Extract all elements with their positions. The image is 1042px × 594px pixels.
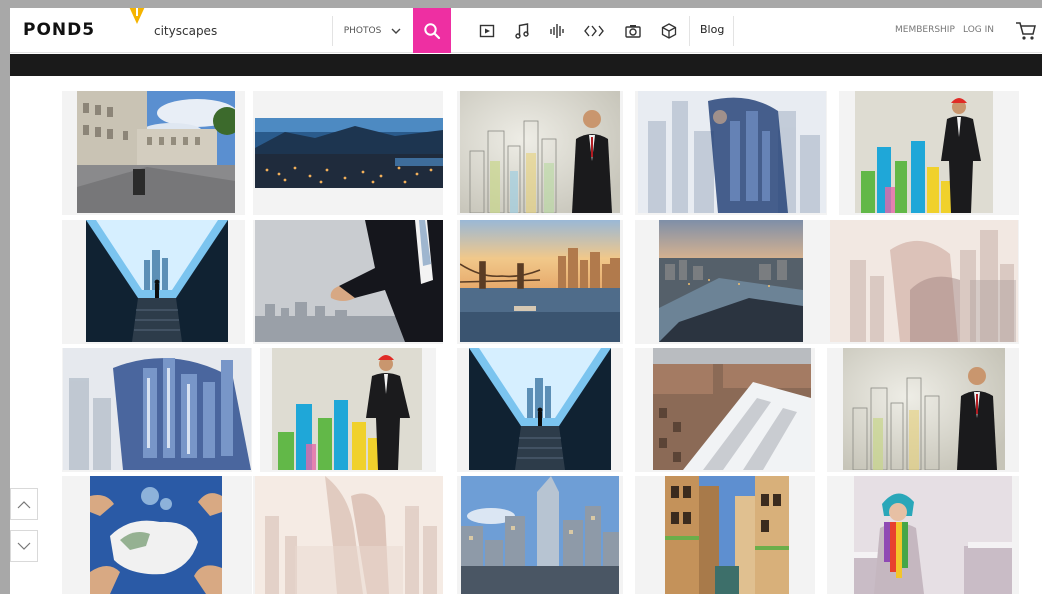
result-thumbnail[interactable] xyxy=(253,476,443,594)
result-thumbnail[interactable] xyxy=(457,220,623,344)
result-thumbnail[interactable] xyxy=(62,91,245,215)
chevron-down-icon xyxy=(17,542,31,550)
divider xyxy=(733,16,734,46)
business-handshake-city-image xyxy=(255,220,443,342)
woman-colorful-scarf-winter-image xyxy=(854,476,1012,594)
hardhat-man-colorful-city-image xyxy=(272,348,422,470)
search-input[interactable] xyxy=(142,14,332,48)
blog-link[interactable]: Blog xyxy=(700,23,724,36)
media-type-select[interactable]: PHOTOS xyxy=(332,14,413,48)
result-thumbnail[interactable] xyxy=(827,220,1019,344)
double-exposure-man-skyscrapers-image xyxy=(63,348,251,470)
result-thumbnail[interactable] xyxy=(839,91,1019,215)
result-thumbnail[interactable] xyxy=(827,476,1019,594)
result-thumbnail[interactable] xyxy=(253,220,443,344)
chevron-down-icon xyxy=(391,28,401,34)
search-button[interactable] xyxy=(413,8,451,53)
businessman-sketch-city-image xyxy=(843,348,1005,470)
aerial-city-river-dusk-image xyxy=(659,220,803,342)
divider xyxy=(689,16,690,46)
double-exposure-woman-city-image xyxy=(830,220,1018,342)
businessman-sketch-city-image xyxy=(460,91,620,213)
search-icon xyxy=(424,22,441,39)
3d-cube-icon[interactable] xyxy=(658,20,680,42)
result-thumbnail[interactable] xyxy=(457,476,623,594)
classical-square-street-image xyxy=(77,91,235,213)
after-effects-icon[interactable] xyxy=(583,20,605,42)
scroll-up-button[interactable] xyxy=(10,488,38,520)
result-thumbnail[interactable] xyxy=(457,348,623,472)
video-icon[interactable] xyxy=(476,20,498,42)
skyscrapers-street-image xyxy=(461,476,619,594)
result-thumbnail[interactable] xyxy=(253,91,443,215)
result-thumbnail[interactable] xyxy=(635,91,827,215)
result-thumbnail[interactable] xyxy=(635,220,827,344)
light-tunnel-city-image xyxy=(469,348,611,470)
result-thumbnail[interactable] xyxy=(635,476,815,594)
pond5-logo[interactable]: POND5 xyxy=(23,20,95,40)
aerial-rooftops-snow-image xyxy=(653,348,811,470)
bridge-river-skyline-sunset-image xyxy=(460,220,620,342)
hardhat-man-colorful-city-image xyxy=(855,91,993,213)
result-thumbnail[interactable] xyxy=(457,91,623,215)
double-exposure-people-city-image xyxy=(255,476,443,594)
result-thumbnail[interactable] xyxy=(635,348,815,472)
result-thumbnail[interactable] xyxy=(827,348,1019,472)
site-header: POND5 PHOTOS xyxy=(10,8,1042,53)
chevron-up-icon xyxy=(17,500,31,508)
result-thumbnail[interactable] xyxy=(62,348,252,472)
double-exposure-businessman-city-image xyxy=(638,91,826,213)
sound-wave-icon[interactable] xyxy=(546,20,568,42)
result-thumbnail[interactable] xyxy=(62,476,252,594)
camera-icon[interactable] xyxy=(622,20,644,42)
dark-banner-bar xyxy=(10,54,1042,76)
mountain-city-night-panorama-image xyxy=(255,118,443,188)
music-note-icon[interactable] xyxy=(511,20,533,42)
browser-page: POND5 PHOTOS xyxy=(10,8,1042,594)
result-thumbnail[interactable] xyxy=(62,220,245,344)
media-type-label: PHOTOS xyxy=(343,26,382,36)
light-tunnel-city-image xyxy=(86,220,228,342)
scroll-down-button[interactable] xyxy=(10,530,38,562)
venice-canal-image xyxy=(665,476,789,594)
result-thumbnail[interactable] xyxy=(260,348,436,472)
login-link[interactable]: LOG IN xyxy=(963,25,994,35)
cart-icon[interactable] xyxy=(1015,21,1037,41)
membership-link[interactable]: MEMBERSHIP xyxy=(895,25,955,35)
hands-puzzle-map-image xyxy=(90,476,222,594)
results-grid xyxy=(10,76,1042,594)
